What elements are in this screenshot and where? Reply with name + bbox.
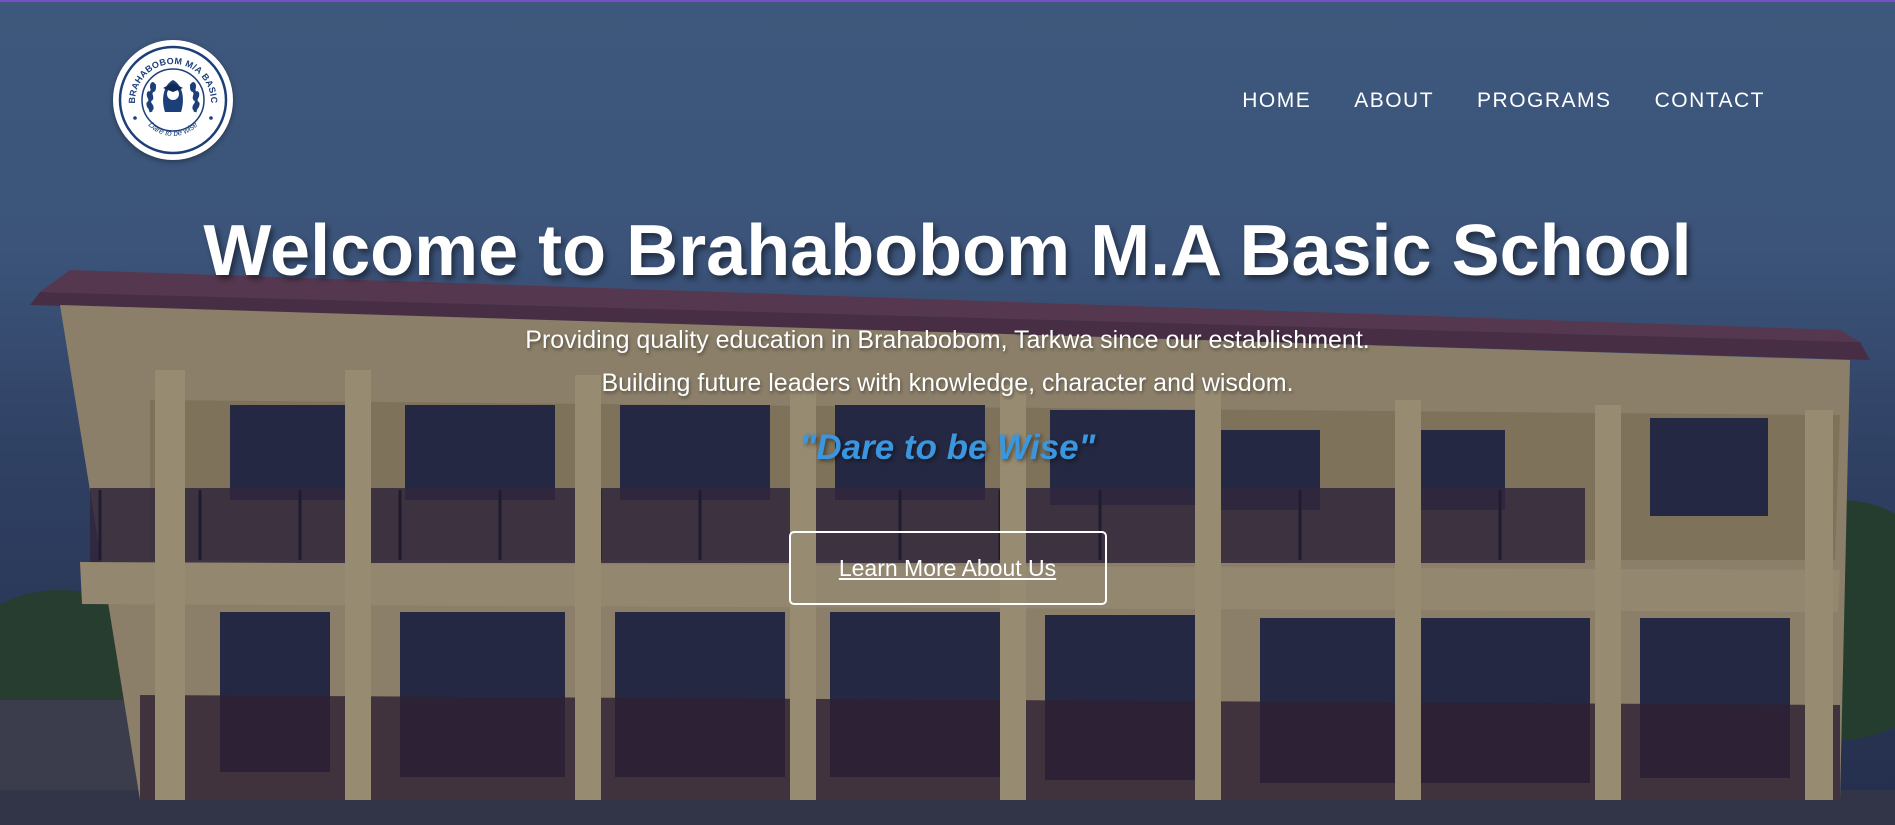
hero-section: BRAHABOBOM M/A BASIC Dare to be wise HOM… [0,0,1895,825]
hero-content: Welcome to Brahabobom M.A Basic School P… [0,205,1895,605]
school-logo[interactable]: BRAHABOBOM M/A BASIC Dare to be wise [113,40,233,160]
main-nav: HOME ABOUT PROGRAMS CONTACT [1242,88,1765,114]
nav-about-link[interactable]: ABOUT [1354,88,1434,114]
nav-contact-link[interactable]: CONTACT [1655,88,1765,114]
top-accent-border [0,0,1895,2]
school-motto: "Dare to be Wise" [799,428,1096,467]
nav-programs-link[interactable]: PROGRAMS [1477,88,1612,114]
hero-subtitle: Providing quality education in Brahabobo… [0,319,1895,405]
hero-title: Welcome to Brahabobom M.A Basic School [203,211,1692,291]
school-crest-icon: BRAHABOBOM M/A BASIC Dare to be wise [117,44,229,156]
learn-more-button[interactable]: Learn More About Us [788,531,1107,605]
hero-subtitle-line-2: Building future leaders with knowledge, … [601,369,1294,397]
hero-subtitle-line-1: Providing quality education in Brahabobo… [525,326,1370,354]
nav-home-link[interactable]: HOME [1242,88,1311,114]
